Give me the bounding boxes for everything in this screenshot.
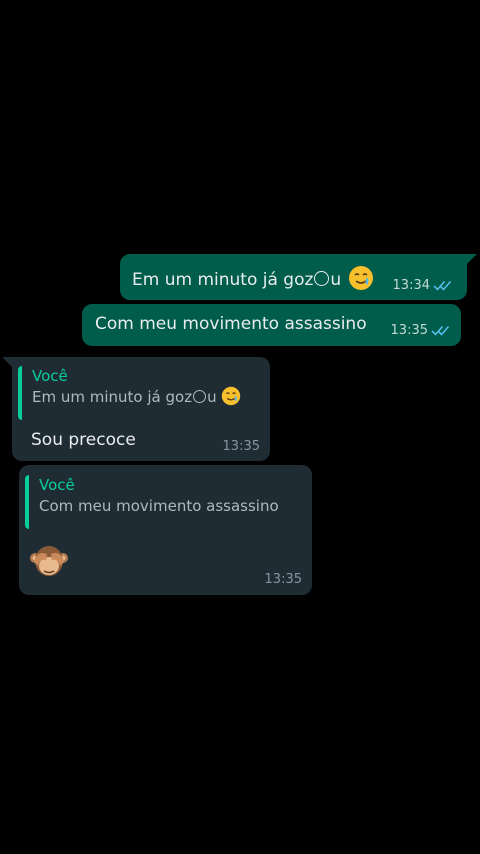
incoming-message[interactable]: Você Com meu movimento assassino 13:35 xyxy=(19,465,312,595)
outgoing-message[interactable]: Com meu movimento assassino 13:35 xyxy=(82,304,461,346)
quote-text: Em um minuto já goz u xyxy=(32,386,256,408)
crying-smile-emoji-icon xyxy=(348,266,373,290)
message-text: Em um minuto já goz u xyxy=(132,265,374,291)
quote-text-part: Em um minuto já goz xyxy=(32,388,193,406)
message-time: 13:35 xyxy=(264,572,302,587)
quote-text-part: u xyxy=(207,388,217,406)
quoted-message[interactable]: Você Com meu movimento assassino xyxy=(25,475,303,529)
message-text-part: u xyxy=(330,270,342,290)
message-time: 13:35 xyxy=(222,439,260,454)
bubble-tail xyxy=(467,254,477,264)
double-check-read-icon xyxy=(433,280,452,291)
crying-smile-emoji-icon xyxy=(222,386,241,406)
message-text: Sou precoce xyxy=(31,430,136,450)
message-text: Com meu movimento assassino xyxy=(95,314,367,334)
see-no-evil-monkey-emoji-icon xyxy=(30,546,68,576)
message-time: 13:34 xyxy=(392,278,430,293)
circle-glyph-icon xyxy=(193,390,207,403)
quote-author: Você xyxy=(39,476,75,494)
message-meta: 13:35 xyxy=(391,323,451,338)
message-meta: 13:35 xyxy=(265,572,302,587)
quoted-message[interactable]: Você Em um minuto já goz u xyxy=(18,366,256,420)
double-check-read-icon xyxy=(431,325,450,336)
circle-glyph-icon xyxy=(314,271,330,286)
incoming-message[interactable]: Você Em um minuto já goz u Sou precoce 13… xyxy=(2,357,270,461)
bubble-tail xyxy=(2,357,12,367)
chat-screen: Em um minuto já goz u 13:34 Com meu movim… xyxy=(0,0,480,854)
quote-text: Com meu movimento assassino xyxy=(39,497,279,515)
quote-author: Você xyxy=(32,367,68,385)
message-text-part: Em um minuto já goz xyxy=(132,270,314,290)
message-time: 13:35 xyxy=(390,323,428,338)
message-meta: 13:35 xyxy=(223,439,260,454)
outgoing-message[interactable]: Em um minuto já goz u 13:34 xyxy=(120,254,477,300)
message-meta: 13:34 xyxy=(393,278,453,293)
